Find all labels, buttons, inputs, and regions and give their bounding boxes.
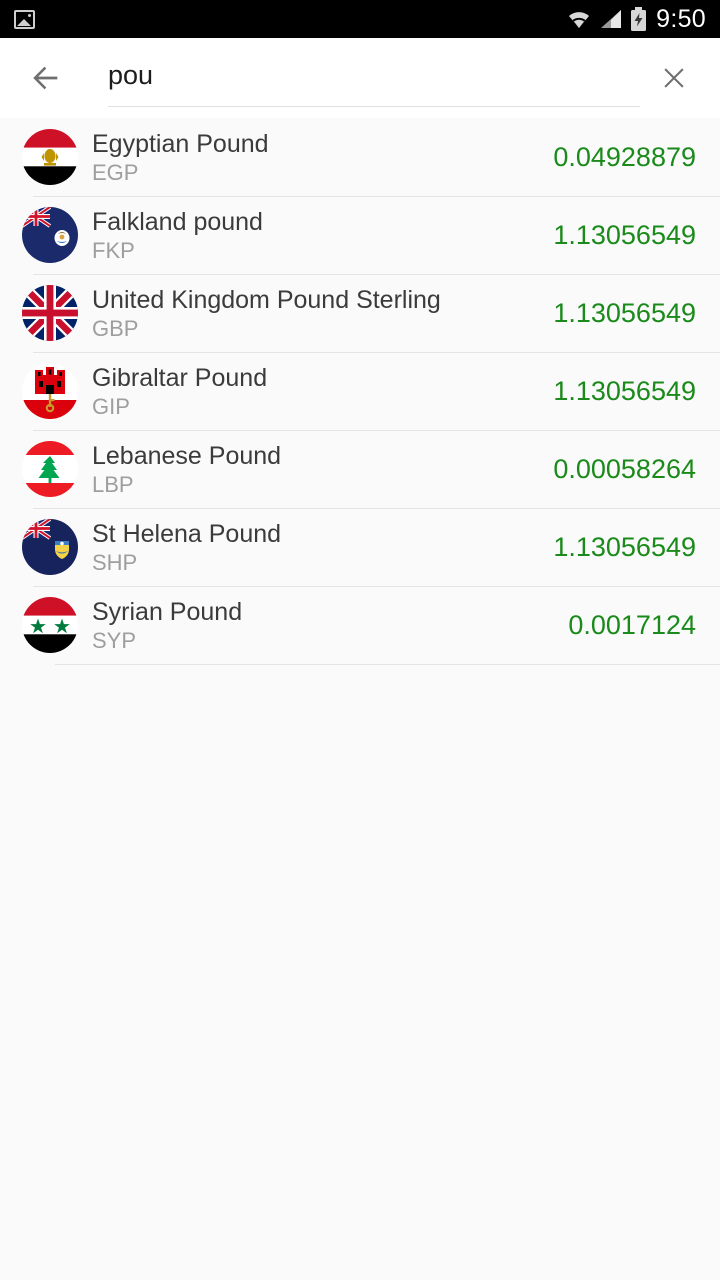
search-field-wrapper[interactable] <box>108 49 640 107</box>
status-bar-right: 9:50 <box>566 5 706 34</box>
currency-rate: 0.00058264 <box>553 453 696 484</box>
currency-name: Falkland pound <box>92 207 263 236</box>
currency-row[interactable]: Falkland pound FKP 1.13056549 <box>0 196 720 274</box>
flag-icon-eg <box>22 129 78 185</box>
currency-rate: 1.13056549 <box>553 297 696 328</box>
currency-labels: Gibraltar Pound GIP <box>92 363 543 420</box>
currency-code: SHP <box>92 549 138 575</box>
currency-code: FKP <box>92 237 135 263</box>
currency-labels: United Kingdom Pound Sterling GBP <box>92 285 543 342</box>
flag-icon-sy <box>22 597 78 653</box>
cellular-signal-icon <box>601 10 622 28</box>
search-bar <box>0 38 720 118</box>
currency-code: LBP <box>92 471 134 497</box>
currency-labels: Egyptian Pound EGP <box>92 129 543 186</box>
currency-code: GIP <box>92 393 130 419</box>
currency-labels: Syrian Pound SYP <box>92 597 558 654</box>
status-bar-clock: 9:50 <box>656 4 706 33</box>
currency-rate: 0.0017124 <box>568 609 696 640</box>
currency-code: GBP <box>92 315 139 341</box>
currency-code: SYP <box>92 627 137 653</box>
currency-labels: Falkland pound FKP <box>92 207 543 264</box>
flag-icon-gi <box>22 363 78 419</box>
currency-rate: 1.13056549 <box>553 531 696 562</box>
currency-name: Gibraltar Pound <box>92 363 268 392</box>
currency-row[interactable]: United Kingdom Pound Sterling GBP 1.130565… <box>0 274 720 352</box>
currency-labels: St Helena Pound SHP <box>92 519 543 576</box>
back-button[interactable] <box>22 54 70 102</box>
currency-rate: 0.04928879 <box>553 141 696 172</box>
currency-labels: Lebanese Pound LBP <box>92 441 543 498</box>
currency-row[interactable]: Egyptian Pound EGP 0.04928879 <box>0 118 720 196</box>
currency-name: Lebanese Pound <box>92 441 282 470</box>
currency-rate: 1.13056549 <box>553 375 696 406</box>
currency-row[interactable]: St Helena Pound SHP 1.13056549 <box>0 508 720 586</box>
currency-row[interactable]: Lebanese Pound LBP 0.00058264 <box>0 430 720 508</box>
status-bar-left <box>14 9 566 29</box>
image-icon <box>14 9 35 29</box>
battery-charging-icon <box>631 7 647 31</box>
currency-row[interactable]: Gibraltar Pound GIP 1.13056549 <box>0 352 720 430</box>
wifi-icon <box>569 12 590 28</box>
currency-name: St Helena Pound <box>92 519 282 548</box>
status-bar: 9:50 <box>0 0 720 38</box>
currency-code: EGP <box>92 159 139 185</box>
flag-icon-sh <box>22 519 78 575</box>
search-underline <box>108 106 640 107</box>
currency-row[interactable]: Syrian Pound SYP 0.0017124 <box>0 586 720 664</box>
currency-name: Syrian Pound <box>92 597 243 626</box>
flag-icon-gb <box>22 285 78 341</box>
currency-result-list: Egyptian Pound EGP 0.04928879 Falkland poun… <box>0 118 720 665</box>
flag-icon-lb <box>22 441 78 497</box>
close-icon <box>664 68 684 88</box>
currency-rate: 1.13056549 <box>553 219 696 250</box>
back-arrow-icon <box>33 66 58 90</box>
search-input[interactable] <box>108 59 640 97</box>
currency-name: United Kingdom Pound Sterling <box>92 285 441 314</box>
flag-icon-fk <box>22 207 78 263</box>
currency-name: Egyptian Pound <box>92 129 269 158</box>
clear-search-button[interactable] <box>650 54 698 102</box>
